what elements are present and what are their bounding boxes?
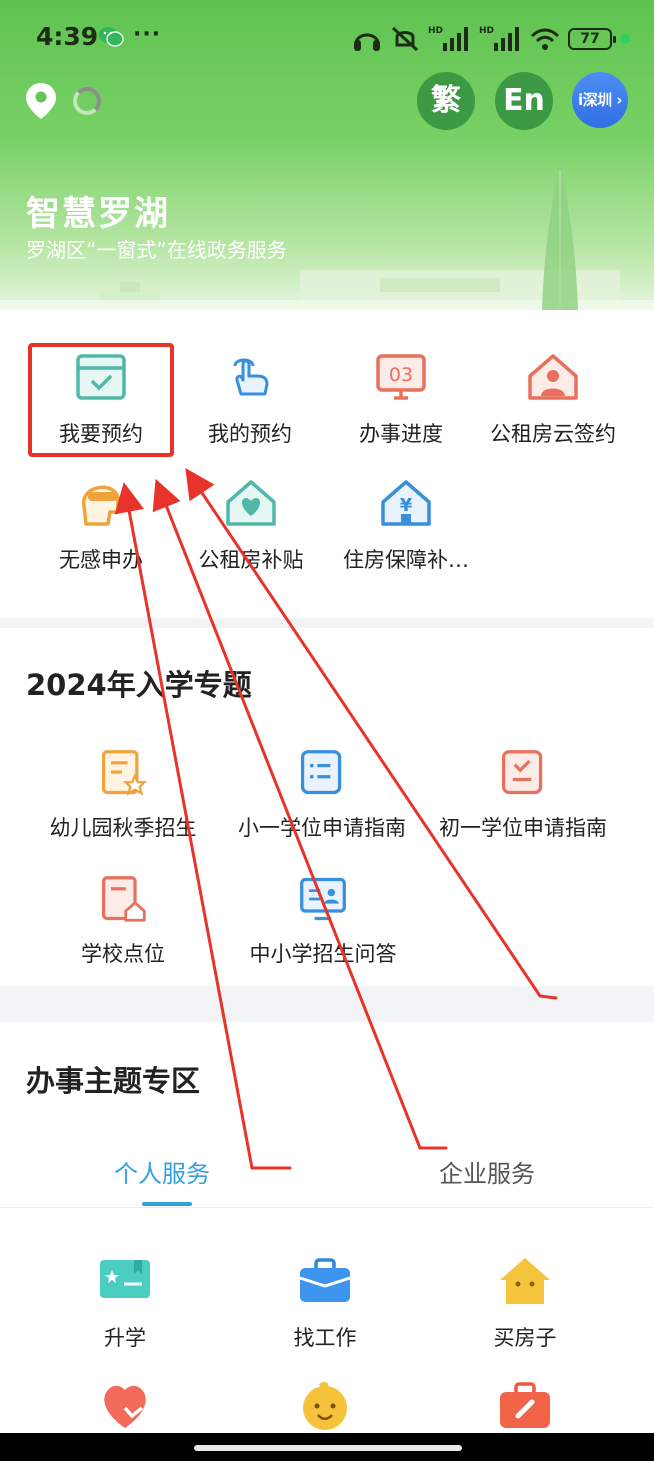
theme-item-find-job[interactable]: 找工作 bbox=[245, 1254, 405, 1352]
medical-kit-icon bbox=[500, 1382, 550, 1428]
tab-personal-services[interactable]: 个人服务 bbox=[114, 1154, 210, 1189]
theme-label: 升学 bbox=[104, 1326, 146, 1350]
document-check-icon bbox=[501, 750, 543, 795]
loading-spinner-icon bbox=[73, 87, 101, 115]
theme-item-5[interactable] bbox=[245, 1378, 405, 1432]
status-more-dots: ··· bbox=[133, 22, 162, 47]
svg-text:03: 03 bbox=[389, 364, 413, 386]
tower-illustration bbox=[542, 162, 578, 310]
document-list-icon bbox=[300, 750, 342, 795]
heart-hands-icon bbox=[104, 1385, 146, 1428]
touch-hand-icon bbox=[233, 358, 269, 396]
theme-item-4[interactable] bbox=[45, 1378, 205, 1432]
battery-indicator: 77 bbox=[568, 28, 616, 50]
enrollment-label: 小一学位申请指南 bbox=[238, 816, 406, 840]
active-tab-indicator bbox=[142, 1202, 192, 1206]
privacy-dot bbox=[620, 34, 630, 44]
service-label: 公租房云签约 bbox=[490, 422, 616, 446]
service-progress[interactable]: 03 办事进度 bbox=[321, 350, 481, 448]
themes-title: 办事主题专区 bbox=[26, 1064, 201, 1098]
signal-icon-2 bbox=[494, 27, 519, 51]
status-right-group: HD HD 77 bbox=[352, 24, 630, 54]
english-button[interactable]: En bbox=[495, 72, 553, 130]
traditional-chinese-button[interactable]: 繁 bbox=[417, 72, 475, 130]
service-seamless-application[interactable]: 无感申办 bbox=[21, 476, 181, 574]
board-person-icon bbox=[300, 877, 346, 921]
tab-divider bbox=[0, 1207, 654, 1208]
service-public-housing-signing[interactable]: 公租房云签约 bbox=[473, 350, 633, 448]
service-label: 办事进度 bbox=[359, 422, 443, 446]
house-person-icon bbox=[528, 354, 578, 400]
annotation-highlight-box bbox=[28, 343, 174, 457]
hd-label-2: HD bbox=[478, 26, 494, 36]
signal-icon bbox=[442, 27, 468, 51]
wechat-icon bbox=[98, 27, 124, 47]
city-switch-button[interactable]: i深圳 › bbox=[572, 72, 628, 128]
status-time: 4:39 bbox=[36, 22, 99, 51]
service-my-appointments[interactable]: 我的预约 bbox=[170, 350, 330, 448]
house-yen-icon: ¥ bbox=[381, 480, 431, 526]
service-label: 我的预约 bbox=[208, 422, 292, 446]
theme-item-6[interactable] bbox=[445, 1378, 605, 1432]
house-icon bbox=[500, 1258, 550, 1304]
enrollment-label: 初一学位申请指南 bbox=[439, 816, 607, 840]
enrollment-item-school-locations[interactable]: 学校点位 bbox=[44, 874, 202, 968]
enrollment-label: 中小学招生问答 bbox=[249, 942, 397, 966]
tab-business-services[interactable]: 企业服务 bbox=[439, 1154, 535, 1189]
enrollment-label: 学校点位 bbox=[81, 942, 165, 966]
theme-item-further-education[interactable]: 升学 bbox=[45, 1254, 205, 1352]
service-label: 住房保障补… bbox=[343, 548, 469, 572]
hd-label-1: HD bbox=[427, 26, 443, 36]
mute-bell-icon bbox=[391, 26, 418, 52]
service-housing-subsidy[interactable]: 公租房补贴 bbox=[171, 476, 331, 574]
theme-label: 买房子 bbox=[493, 1326, 557, 1350]
svg-text:¥: ¥ bbox=[400, 495, 413, 516]
service-housing-security-subsidy[interactable]: ¥ 住房保障补… bbox=[326, 476, 486, 574]
diploma-icon bbox=[100, 1260, 150, 1298]
location-pin-icon[interactable] bbox=[24, 82, 58, 120]
theme-label: 找工作 bbox=[293, 1326, 357, 1350]
baby-face-icon bbox=[303, 1381, 347, 1430]
house-heart-icon bbox=[226, 480, 276, 526]
status-bar: 4:39 ··· HD HD 77 bbox=[0, 0, 654, 78]
enrollment-title: 2024年入学专题 bbox=[26, 668, 252, 702]
briefcase-icon bbox=[299, 1258, 351, 1302]
enrollment-label: 幼儿园秋季招生 bbox=[49, 816, 197, 840]
enrollment-item-junior-guide[interactable]: 初一学位申请指南 bbox=[433, 748, 613, 842]
page-subtitle: 罗湖区“一窗式”在线政务服务 bbox=[26, 238, 287, 262]
service-label: 无感申办 bbox=[59, 548, 143, 572]
face-scan-icon bbox=[82, 485, 120, 526]
page-title: 智慧罗湖 bbox=[26, 194, 170, 234]
theme-item-buy-house[interactable]: 买房子 bbox=[445, 1254, 605, 1352]
home-gesture-handle[interactable] bbox=[194, 1445, 462, 1451]
wifi-icon bbox=[530, 28, 560, 50]
document-house-icon bbox=[101, 876, 146, 922]
enrollment-item-kindergarten[interactable]: 幼儿园秋季招生 bbox=[44, 748, 202, 842]
enrollment-item-primary-guide[interactable]: 小一学位申请指南 bbox=[232, 748, 412, 842]
headset-icon bbox=[353, 33, 380, 51]
monitor-03-icon: 03 bbox=[376, 354, 426, 400]
service-label: 公租房补贴 bbox=[198, 548, 304, 572]
enrollment-item-faq[interactable]: 中小学招生问答 bbox=[233, 874, 413, 968]
document-star-icon bbox=[101, 750, 148, 796]
